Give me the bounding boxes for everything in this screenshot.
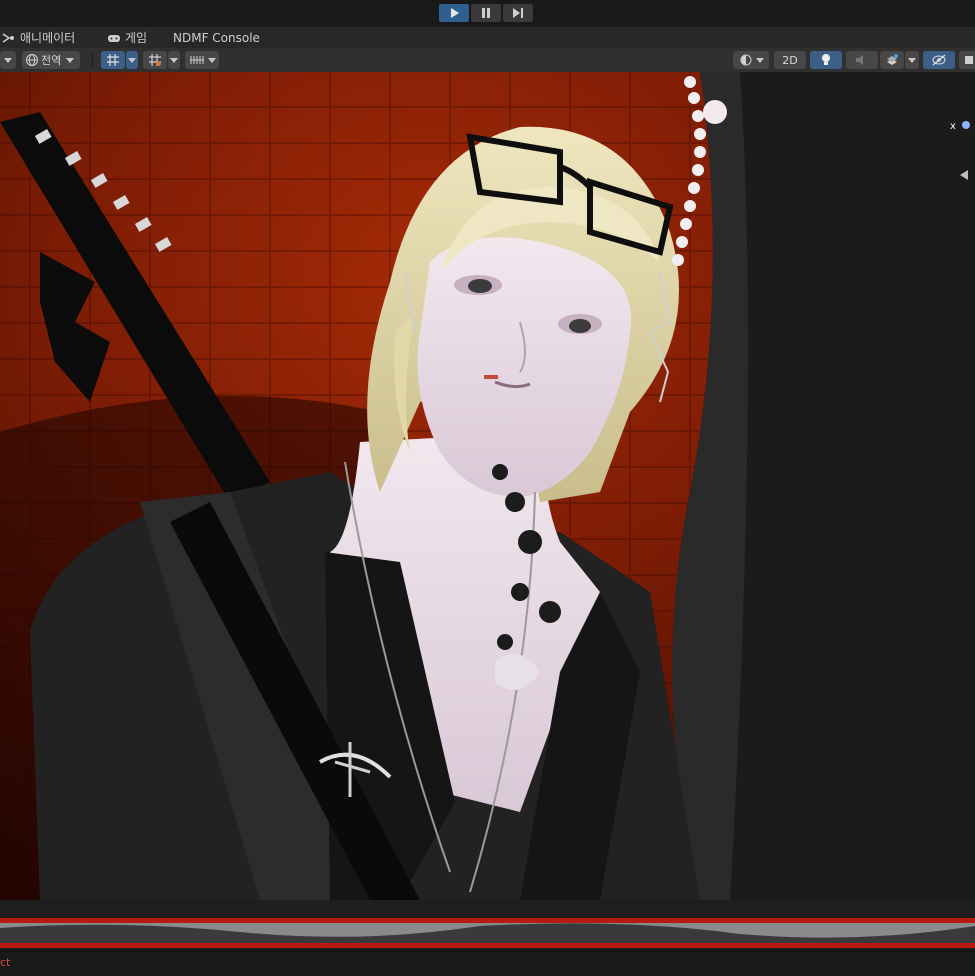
lighting-toggle[interactable]: [810, 51, 842, 69]
grid-icon: [149, 54, 161, 66]
tool-dropdown[interactable]: [0, 51, 16, 69]
grid-snap-toggle[interactable]: [101, 51, 125, 69]
snap-increment-dropdown[interactable]: [185, 51, 219, 69]
animator-icon: [2, 33, 14, 43]
audio-toggle[interactable]: [846, 51, 878, 69]
hidden-objects-icon: [932, 54, 946, 66]
toolbar-divider: [92, 52, 93, 68]
step-button[interactable]: [503, 4, 533, 22]
hidden-objects-toggle[interactable]: [923, 51, 955, 69]
tab-ndmf-console-label: NDMF Console: [173, 31, 260, 45]
gizmos-toggle[interactable]: [959, 51, 975, 69]
chevron-down-icon: [4, 57, 12, 63]
effects-icon: [887, 54, 898, 65]
effects-toggle[interactable]: [880, 51, 904, 69]
scene-render: x: [0, 72, 975, 900]
play-icon: [451, 8, 459, 18]
shading-mode-dropdown[interactable]: [733, 51, 769, 69]
chevron-down-icon: [755, 57, 764, 63]
chevron-down-icon: [66, 57, 75, 63]
audio-icon: [856, 55, 863, 65]
timeline-preview: [0, 900, 975, 948]
shading-mode-icon: [740, 54, 751, 66]
tab-game[interactable]: 게임: [107, 30, 147, 46]
tab-animator[interactable]: 애니메이터: [2, 30, 75, 46]
grid-dropdown[interactable]: [168, 51, 180, 69]
global-local-dropdown[interactable]: 전역: [22, 51, 80, 69]
tab-game-label: 게임: [125, 31, 148, 45]
step-icon: [513, 8, 523, 18]
editor-tab-bar: 애니메이터 게임 NDMF Console: [0, 27, 975, 48]
effects-dropdown[interactable]: [905, 51, 919, 69]
grid-snap-icon: [107, 54, 119, 66]
global-label: 전역: [41, 54, 62, 67]
scene-viewport[interactable]: x: [0, 72, 975, 900]
tab-ndmf-console[interactable]: NDMF Console: [173, 30, 260, 46]
chevron-down-icon: [128, 57, 136, 63]
grid-visibility-toggle[interactable]: [143, 51, 167, 69]
status-message: ct: [0, 956, 11, 969]
pause-icon: [482, 8, 490, 18]
grid-snap-dropdown[interactable]: [126, 51, 138, 69]
snap-increment-icon: [189, 56, 204, 64]
play-controls-bar: [0, 0, 975, 28]
chevron-down-icon: [207, 57, 216, 63]
scene-toolbar: 전역 2D: [0, 48, 975, 73]
gamepad-icon: [108, 35, 120, 42]
globe-icon: [26, 54, 38, 66]
chevron-down-icon: [908, 57, 916, 63]
status-bar: ct: [0, 950, 975, 976]
gizmos-icon: [965, 56, 973, 64]
lighting-icon: [822, 54, 830, 65]
play-button[interactable]: [439, 4, 469, 22]
chevron-down-icon: [170, 57, 178, 63]
svg-text:x: x: [950, 121, 956, 132]
bottom-preview-strip: [0, 900, 975, 950]
2d-label: 2D: [782, 53, 798, 67]
2d-toggle[interactable]: 2D: [774, 51, 806, 69]
tab-animator-label: 애니메이터: [20, 31, 76, 45]
pause-button[interactable]: [471, 4, 501, 22]
